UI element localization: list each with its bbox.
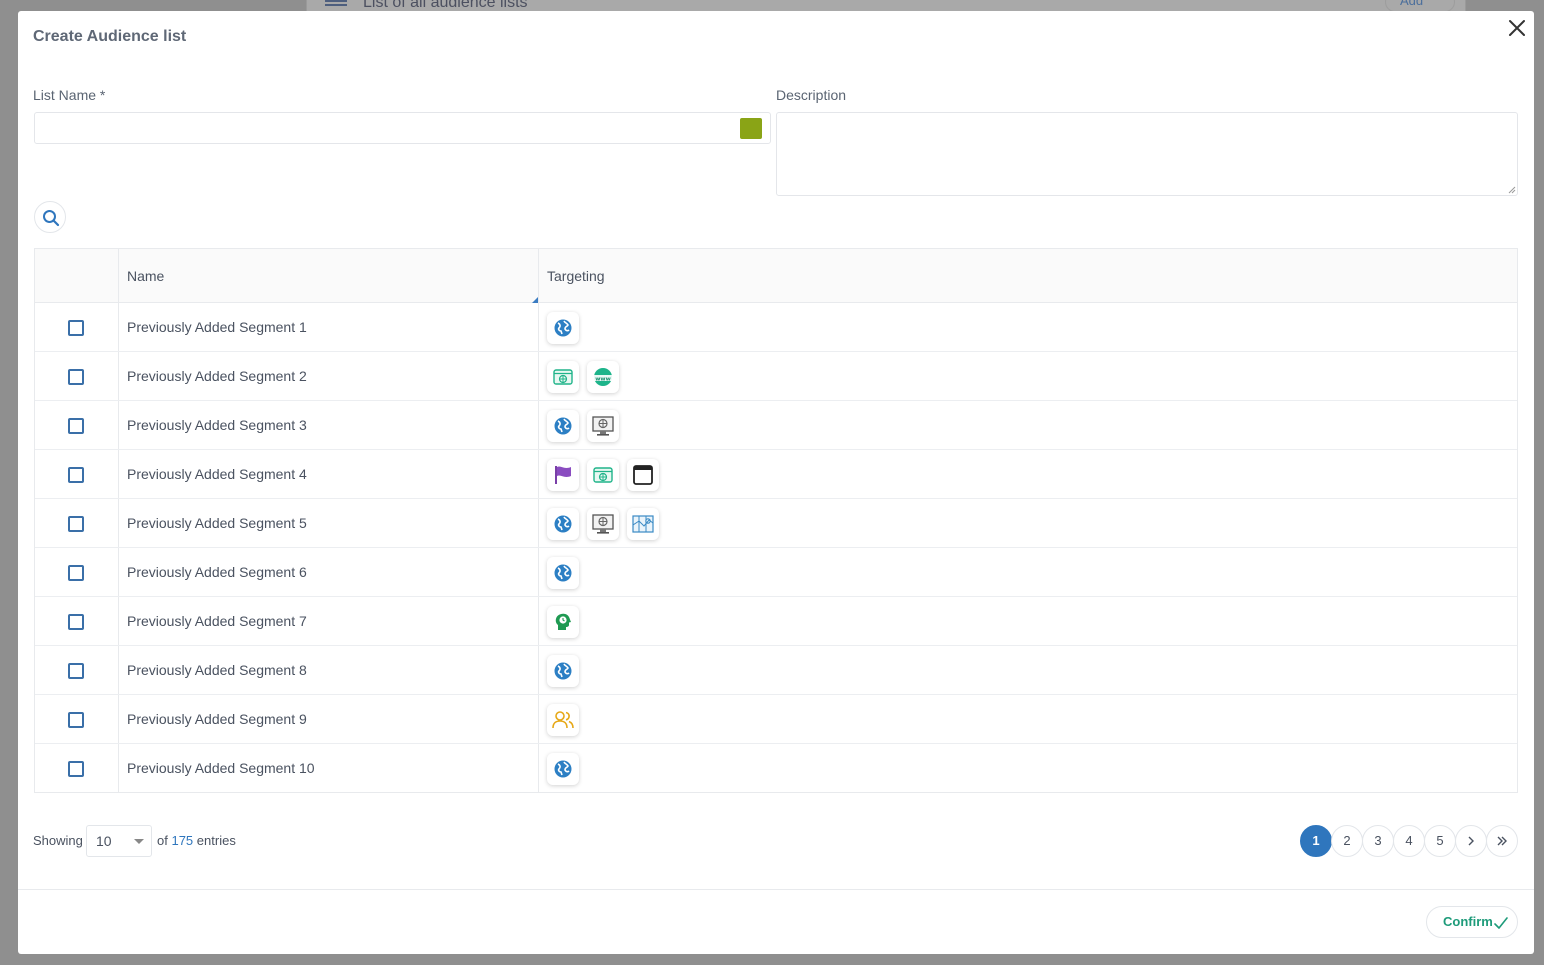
page-length-value: 10 — [96, 833, 112, 849]
table-row: Previously Added Segment 5 — [35, 499, 1517, 548]
flag-icon — [547, 459, 579, 491]
table-row: Previously Added Segment 7 — [35, 597, 1517, 646]
globe-icon — [547, 410, 579, 442]
globe-icon — [547, 655, 579, 687]
targeting-icons — [547, 704, 579, 736]
row-checkbox[interactable] — [68, 418, 84, 434]
row-checkbox[interactable] — [68, 467, 84, 483]
table-row: Previously Added Segment 1 — [35, 303, 1517, 352]
row-checkbox[interactable] — [68, 614, 84, 630]
confirm-label: Confirm — [1443, 914, 1493, 929]
page-button-5[interactable]: 5 — [1424, 825, 1456, 857]
globe-icon — [547, 508, 579, 540]
total-count: 175 — [171, 833, 194, 848]
targeting-icons — [547, 459, 659, 491]
page-button-4[interactable]: 4 — [1393, 825, 1425, 857]
row-checkbox[interactable] — [68, 712, 84, 728]
row-checkbox[interactable] — [68, 565, 84, 581]
footer-divider — [18, 889, 1534, 890]
modal-title: Create Audience list — [33, 28, 187, 45]
list-icon — [325, 0, 347, 8]
browser-globe-icon — [547, 361, 579, 393]
targeting-icons — [547, 606, 579, 638]
color-picker-swatch[interactable] — [740, 118, 762, 139]
entries-label: entries — [196, 833, 236, 848]
entries-count: of 175 entries — [157, 825, 236, 857]
column-name[interactable]: Name — [127, 249, 164, 303]
segment-name: Previously Added Segment 1 — [127, 319, 307, 335]
description-label: Description — [776, 87, 847, 103]
svg-text:www: www — [595, 376, 611, 382]
page-button-1[interactable]: 1 — [1300, 825, 1332, 857]
segment-name: Previously Added Segment 6 — [127, 564, 307, 580]
segment-name: Previously Added Segment 7 — [127, 613, 307, 629]
row-checkbox[interactable] — [68, 663, 84, 679]
globe-icon — [547, 312, 579, 344]
segment-name: Previously Added Segment 8 — [127, 662, 307, 678]
table-header: Name Targeting — [35, 249, 1517, 303]
browser-globe-icon — [587, 459, 619, 491]
table-row: Previously Added Segment 4 — [35, 450, 1517, 499]
targeting-icons: www — [547, 361, 619, 393]
search-button[interactable] — [34, 201, 66, 233]
resize-grip-icon[interactable] — [1508, 186, 1516, 194]
targeting-icons — [547, 410, 619, 442]
list-name-label: List Name * — [33, 87, 106, 103]
description-textarea[interactable] — [776, 112, 1518, 196]
page-button-3[interactable]: 3 — [1362, 825, 1394, 857]
monitor-globe-icon — [587, 508, 619, 540]
segment-name: Previously Added Segment 5 — [127, 515, 307, 531]
table-row: Previously Added Segment 2 www — [35, 352, 1517, 401]
globe-icon — [547, 753, 579, 785]
column-targeting[interactable]: Targeting — [547, 249, 605, 303]
targeting-icons — [547, 312, 579, 344]
head-clock-icon — [547, 606, 579, 638]
chevron-down-icon — [134, 839, 144, 844]
last-page-icon[interactable] — [1486, 825, 1518, 857]
close-icon[interactable] — [1506, 17, 1528, 39]
targeting-icons — [547, 557, 579, 589]
confirm-button[interactable]: Confirm — [1426, 906, 1518, 938]
map-icon — [627, 508, 659, 540]
showing-label: Showing — [33, 833, 83, 848]
segment-name: Previously Added Segment 3 — [127, 417, 307, 433]
search-icon — [43, 210, 60, 227]
pagination: 12345 — [1300, 825, 1518, 857]
segment-name: Previously Added Segment 2 — [127, 368, 307, 384]
of-label: of — [157, 833, 168, 848]
globe-icon — [547, 557, 579, 589]
check-icon — [1494, 917, 1508, 929]
table-row: Previously Added Segment 3 — [35, 401, 1517, 450]
row-checkbox[interactable] — [68, 516, 84, 532]
table-row: Previously Added Segment 8 — [35, 646, 1517, 695]
users-icon — [547, 704, 579, 736]
window-icon — [627, 459, 659, 491]
row-checkbox[interactable] — [68, 369, 84, 385]
targeting-icons — [547, 508, 659, 540]
next-page-icon[interactable] — [1455, 825, 1487, 857]
create-audience-modal: Create Audience list List Name * Descrip… — [18, 11, 1534, 954]
segment-name: Previously Added Segment 4 — [127, 466, 307, 482]
table-row: Previously Added Segment 6 — [35, 548, 1517, 597]
table-row: Previously Added Segment 9 — [35, 695, 1517, 744]
page-button-2[interactable]: 2 — [1331, 825, 1363, 857]
segment-name: Previously Added Segment 10 — [127, 760, 315, 776]
targeting-icons — [547, 753, 579, 785]
table-row: Previously Added Segment 10 — [35, 744, 1517, 793]
monitor-globe-icon — [587, 410, 619, 442]
segment-name: Previously Added Segment 9 — [127, 711, 307, 727]
www-icon: www — [587, 361, 619, 393]
row-checkbox[interactable] — [68, 761, 84, 777]
list-name-input[interactable] — [34, 112, 771, 144]
targeting-icons — [547, 655, 579, 687]
segments-table: Name Targeting Previously Added Segment … — [34, 248, 1518, 793]
page-length-select[interactable]: 10 — [86, 825, 152, 857]
row-checkbox[interactable] — [68, 320, 84, 336]
